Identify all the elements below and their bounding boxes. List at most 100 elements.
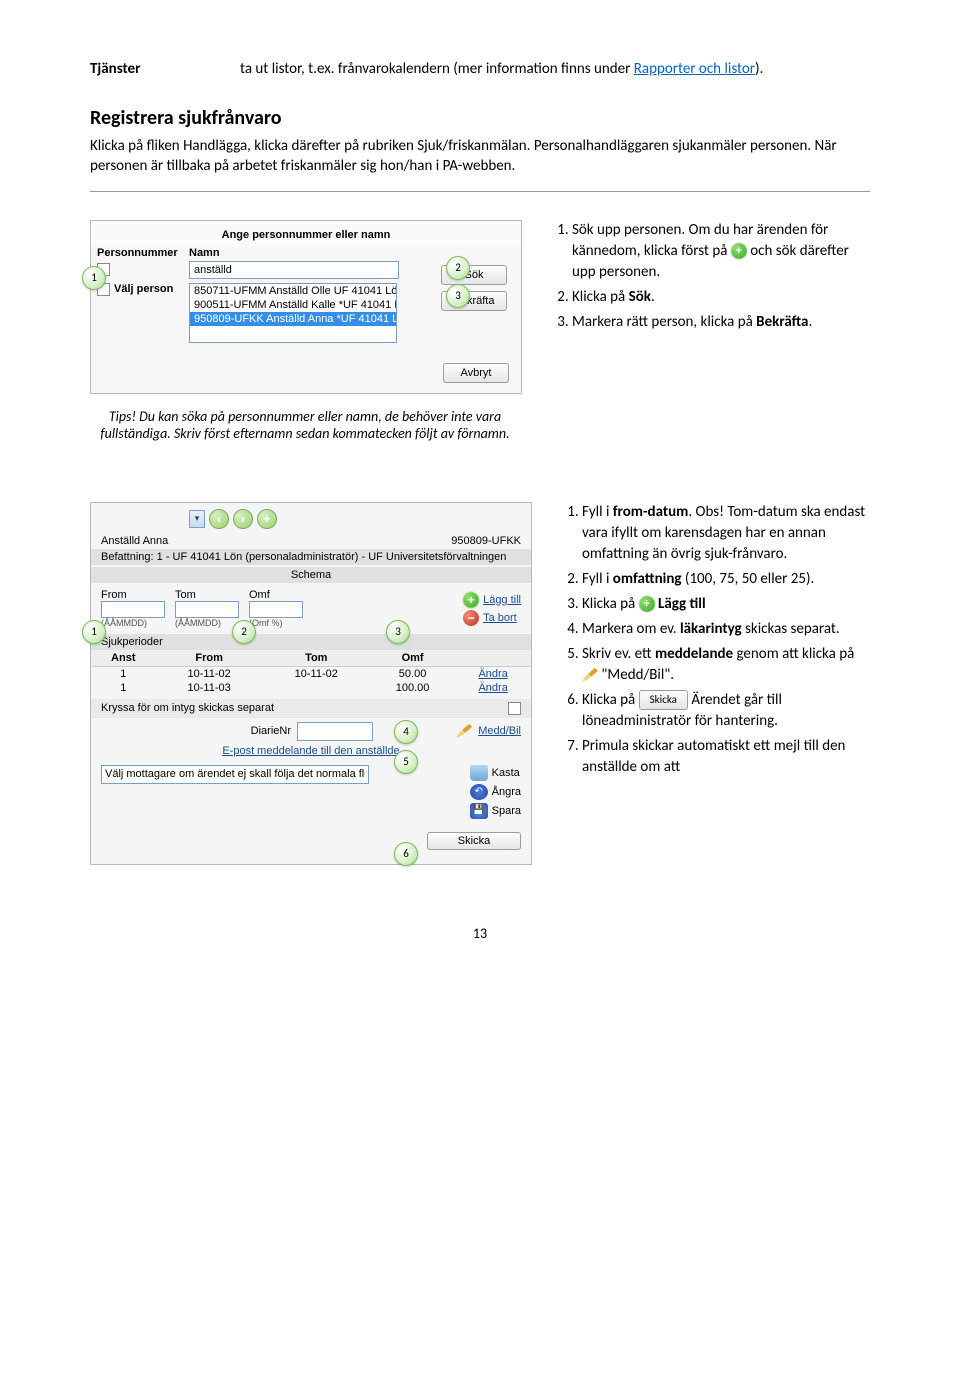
separator-line [90, 191, 870, 192]
cell-anst: 1 [91, 666, 156, 681]
person-listbox[interactable]: 850711-UFMM Anställd Olle UF 41041 Lön 9… [189, 283, 397, 343]
step2-3: Klicka på + Lägg till [582, 594, 870, 615]
block2-left: ▾ ‹ › + Anställd Anna 950809-UFKK Befatt… [90, 502, 532, 865]
s3b: Bekräfta [756, 313, 808, 331]
cell-omf: 50.00 [370, 666, 455, 681]
tjanster-label: Tjänster [90, 60, 240, 78]
step-3: Markera rätt person, klicka på Bekräfta. [572, 312, 870, 333]
callout-badge-3: 3 [446, 284, 470, 308]
tjanster-row: Tjänster ta ut listor, t.ex. frånvarokal… [90, 60, 870, 78]
cell-from: 10-11-03 [156, 681, 263, 695]
spara-button[interactable]: 💾 Spara [470, 803, 521, 819]
block-register-form: ▾ ‹ › + Anställd Anna 950809-UFKK Befatt… [90, 502, 870, 865]
skicka-button[interactable]: Skicka [427, 832, 521, 850]
add-row-button[interactable]: + Lägg till [463, 592, 521, 608]
medd-label[interactable]: Medd/Bil [478, 725, 521, 737]
callout-badge-2: 2 [232, 620, 256, 644]
tom-hint: (ÅÅMMDD) [175, 618, 239, 628]
tjanster-text-b: ). [755, 60, 763, 78]
sickness-form: ▾ ‹ › + Anställd Anna 950809-UFKK Befatt… [90, 502, 532, 865]
employee-name: Anställd Anna [101, 535, 168, 547]
intyg-checkbox[interactable] [508, 702, 521, 715]
minus-icon: − [463, 610, 479, 626]
kasta-button[interactable]: Kasta [470, 765, 521, 781]
block1-steps: Sök upp personen. Om du har ärenden för … [552, 220, 870, 337]
table-row: 1 10-11-02 10-11-02 50.00 Ändra [91, 666, 531, 681]
plus-icon: + [463, 592, 479, 608]
th-tom: Tom [263, 650, 370, 667]
epost-link[interactable]: E-post meddelande till den anställde [91, 743, 531, 759]
name-input[interactable] [189, 261, 399, 279]
callout-badge-4: 4 [394, 720, 418, 744]
sjukperioder-header: Sjukperioder [91, 634, 531, 650]
befattning-row: Befattning: 1 - UF 41041 Lön (personalad… [91, 549, 531, 565]
nav-prev-icon[interactable]: ‹ [209, 509, 229, 529]
s3c: . [808, 313, 812, 331]
s3a: Markera rätt person, klicka på [572, 313, 756, 331]
from-input[interactable] [101, 601, 165, 618]
tips-text: Tips! Du kan söka på personnummer eller … [90, 408, 520, 442]
diarie-input[interactable] [297, 722, 373, 741]
kasta-label: Kasta [492, 767, 520, 779]
from-hint: (ÅÅMMDD) [101, 618, 165, 628]
angra-button[interactable]: ↶Ångra [470, 784, 521, 800]
cell-from: 10-11-02 [156, 666, 263, 681]
th-omf: Omf [370, 650, 455, 667]
skicka-inline-button: Skicka [639, 690, 688, 709]
dropdown-arrow-icon[interactable]: ▾ [189, 510, 205, 528]
step-1: Sök upp personen. Om du har ärenden för … [572, 220, 870, 283]
valj-person-label: Välj person [114, 283, 173, 295]
block-search-person: Ange personnummer eller namn Personnumme… [90, 220, 870, 442]
callout-badge-2: 2 [446, 256, 470, 280]
omf-label: Omf [249, 589, 303, 601]
step2-5: Skriv ev. ett meddelande genom att klick… [582, 644, 870, 686]
step-2: Klicka på Sök. [572, 287, 870, 308]
tjanster-text: ta ut listor, t.ex. frånvarokalendern (m… [240, 60, 870, 78]
tom-input[interactable] [175, 601, 239, 618]
edit-icon [582, 668, 598, 682]
list-item[interactable]: 850711-UFMM Anställd Olle UF 41041 Lön [190, 284, 396, 298]
diarie-label: DiarieNr [91, 725, 291, 737]
nav-next-icon[interactable]: › [233, 509, 253, 529]
step2-6: Klicka på Skicka Ärendet går till lönead… [582, 690, 870, 732]
step2-7: Primula skickar automatiskt ett mejl til… [582, 736, 870, 778]
schema-bar[interactable]: Schema [91, 567, 531, 583]
nav-add-icon[interactable]: + [257, 509, 277, 529]
avbryt-button[interactable]: Avbryt [443, 363, 509, 383]
callout-badge-6: 6 [394, 842, 418, 866]
andra-link[interactable]: Ändra [478, 682, 507, 694]
header-namn: Namn [189, 247, 220, 259]
remove-row-button[interactable]: −Ta bort [463, 610, 521, 626]
save-icon: 💾 [470, 803, 488, 819]
tom-label: Tom [175, 589, 239, 601]
remove-label: Ta bort [483, 612, 517, 624]
andra-link[interactable]: Ändra [478, 668, 507, 680]
page-number: 13 [90, 925, 870, 942]
callout-badge-3: 3 [386, 620, 410, 644]
omf-hint: (Omf %) [249, 618, 303, 628]
callout-badge-1: 1 [82, 620, 106, 644]
undo-icon: ↶ [470, 784, 488, 800]
spara-label: Spara [492, 805, 521, 817]
rapporter-link[interactable]: Rapporter och listor [634, 60, 755, 78]
list-item-selected[interactable]: 950809-UFKK Anställd Anna *UF 41041 Lön [190, 312, 396, 326]
step2-4: Markera om ev. läkarintyg skickas separa… [582, 619, 870, 640]
callout-badge-1: 1 [82, 266, 106, 290]
block2-steps: Fyll i from-datum. Obs! Tom-datum ska en… [562, 502, 870, 782]
omf-input[interactable] [249, 601, 303, 618]
section-paragraph: Klicka på fliken Handlägga, klicka däref… [90, 136, 870, 177]
edit-icon[interactable] [456, 724, 472, 738]
plus-icon: + [639, 596, 655, 612]
section-heading: Registrera sjukfrånvaro [90, 106, 870, 130]
th-from: From [156, 650, 263, 667]
table-row: 1 10-11-03 100.00 Ändra [91, 681, 531, 695]
flow-select[interactable] [101, 765, 369, 784]
add-label: Lägg till [483, 594, 521, 606]
from-label: From [101, 589, 165, 601]
list-item[interactable]: 900511-UFMM Anställd Kalle *UF 41041 Lön [190, 298, 396, 312]
header-personnummer: Personnummer [97, 247, 189, 259]
s2b: Sök [629, 288, 651, 306]
step2-2: Fyll i omfattning (100, 75, 50 eller 25)… [582, 569, 870, 590]
trash-icon [470, 765, 488, 781]
cell-anst: 1 [91, 681, 156, 695]
